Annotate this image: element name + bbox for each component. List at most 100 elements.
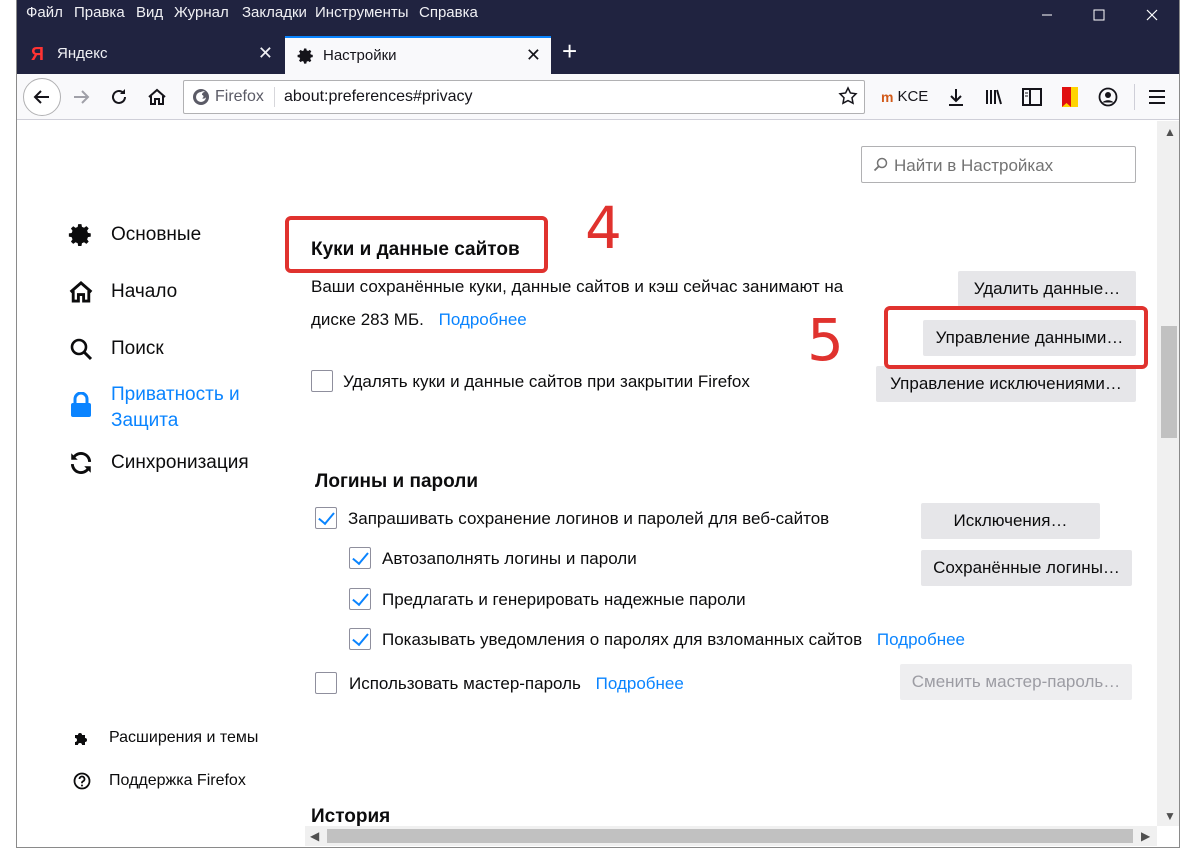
category-search[interactable]: Поиск [67, 335, 164, 363]
breach-learn-more-link[interactable]: Подробнее [877, 630, 965, 649]
category-label: Поиск [111, 338, 164, 359]
tab-close-icon[interactable]: ✕ [526, 45, 541, 66]
menu-bar: Файл Правка Вид Журнал Закладки Инструме… [17, 0, 1179, 30]
sidebar-button[interactable] [1021, 86, 1043, 108]
navigation-bar: Firefox about:preferences#privacy m KCE [17, 74, 1179, 120]
account-icon [1098, 87, 1118, 107]
library-button[interactable] [983, 86, 1005, 108]
ask-save-logins-label: Запрашивать сохранение логинов и паролей… [348, 509, 830, 528]
maximize-icon [1093, 9, 1105, 21]
app-menu-button[interactable] [1146, 86, 1168, 108]
saved-logins-button[interactable]: Сохранённые логины… [921, 550, 1132, 586]
home-button[interactable] [141, 81, 173, 113]
ask-save-logins-checkbox[interactable] [315, 507, 337, 529]
forward-button[interactable] [65, 81, 97, 113]
url-text[interactable]: about:preferences#privacy [284, 88, 473, 106]
url-bar[interactable]: Firefox about:preferences#privacy [183, 80, 865, 114]
scrollbar-thumb[interactable] [1161, 326, 1177, 438]
url-separator [274, 87, 275, 107]
menu-view[interactable]: Вид [136, 4, 163, 21]
support-label: Поддержка Firefox [109, 772, 246, 789]
gear-icon [67, 221, 95, 249]
master-password-checkbox[interactable] [315, 672, 337, 694]
back-button[interactable] [23, 78, 61, 116]
yandex-favicon-icon: Я [31, 44, 44, 64]
search-icon [873, 157, 888, 177]
manage-exceptions-button[interactable]: Управление исключениями… [876, 366, 1136, 402]
cookies-description-line1: Ваши сохранённые куки, данные сайтов и к… [311, 277, 844, 296]
category-label-line2: Защита [111, 410, 179, 431]
menu-file[interactable]: Файл [26, 4, 63, 21]
close-window-button[interactable] [1129, 0, 1175, 30]
clear-data-button[interactable]: Удалить данные… [958, 271, 1136, 307]
new-tab-button[interactable]: + [562, 38, 577, 64]
scroll-left-icon[interactable]: ◀ [310, 829, 319, 843]
autofill-logins-checkbox[interactable] [349, 547, 371, 569]
minimize-icon [1042, 14, 1052, 16]
settings-search-input[interactable]: Найти в Настройках [861, 146, 1136, 183]
identity-box[interactable]: Firefox [192, 88, 264, 106]
account-button[interactable] [1097, 86, 1119, 108]
addons-link[interactable]: Расширения и темы [73, 729, 258, 747]
kce-extension-button[interactable]: m KCE [881, 88, 928, 105]
scroll-up-icon[interactable]: ▲ [1164, 125, 1176, 139]
bookmark-flag-button[interactable] [1059, 86, 1081, 108]
tab-title: Настройки [323, 47, 397, 64]
category-home[interactable]: Начало [67, 278, 177, 306]
menu-tools[interactable]: Инструменты [315, 4, 409, 21]
close-icon [1146, 9, 1158, 21]
kce-logo-icon: m [881, 88, 894, 105]
tab-strip: Я Яндекс ✕ Настройки ✕ + [17, 30, 1179, 74]
category-privacy[interactable]: Приватность и Защита [67, 381, 240, 434]
category-label: Приватность и Защита [111, 382, 240, 434]
delete-cookies-on-close-label: Удалять куки и данные сайтов при закрыти… [343, 372, 750, 391]
scroll-down-icon[interactable]: ▼ [1164, 809, 1176, 823]
horizontal-scrollbar[interactable]: ◀ ▶ [305, 826, 1157, 846]
category-sync[interactable]: Синхронизация [67, 449, 249, 477]
addons-label: Расширения и темы [109, 729, 259, 746]
cookies-size-text: диске 283 МБ. [311, 310, 424, 329]
annotation-box-manage-data [884, 306, 1148, 369]
breach-alerts-checkbox[interactable] [349, 628, 371, 650]
menu-edit[interactable]: Правка [74, 4, 125, 21]
scroll-right-icon[interactable]: ▶ [1141, 829, 1150, 843]
home-icon [67, 278, 95, 306]
master-password-text: Использовать мастер-пароль [349, 674, 581, 693]
menu-history[interactable]: Журнал [174, 4, 229, 21]
suggest-passwords-checkbox[interactable] [349, 588, 371, 610]
help-icon [73, 772, 91, 790]
tab-yandex[interactable]: Я Яндекс ✕ [19, 36, 283, 74]
cookies-learn-more-link[interactable]: Подробнее [439, 310, 527, 329]
menu-help[interactable]: Справка [419, 4, 478, 21]
change-master-password-button: Сменить мастер-пароль… [900, 664, 1132, 700]
maximize-button[interactable] [1076, 0, 1122, 30]
tab-close-icon[interactable]: ✕ [258, 43, 273, 64]
hamburger-menu-icon [1149, 90, 1165, 104]
category-general[interactable]: Основные [67, 221, 201, 249]
category-label: Начало [111, 281, 178, 302]
downloads-button[interactable] [945, 86, 967, 108]
arrow-left-icon [33, 90, 49, 104]
bookmark-star-icon[interactable] [838, 86, 858, 111]
master-password-label: Использовать мастер-пароль Подробнее [349, 672, 684, 696]
lock-icon [67, 391, 95, 419]
download-icon [949, 89, 963, 106]
reload-button[interactable] [103, 81, 135, 113]
tab-settings[interactable]: Настройки ✕ [285, 36, 551, 74]
minimize-button[interactable] [1024, 0, 1070, 30]
reload-icon [112, 89, 126, 104]
menu-bookmarks[interactable]: Закладки [242, 4, 307, 21]
firefox-logo-icon [193, 89, 209, 105]
firefox-window: Файл Правка Вид Журнал Закладки Инструме… [16, 0, 1180, 848]
annotation-number-4: 4 [585, 194, 622, 262]
delete-cookies-on-close-checkbox[interactable] [311, 370, 333, 392]
vertical-scrollbar[interactable]: ▲ ▼ [1157, 121, 1179, 826]
support-link[interactable]: Поддержка Firefox [73, 772, 246, 790]
flag-icon [1062, 87, 1078, 107]
annotation-number-5: 5 [807, 306, 844, 374]
master-learn-more-link[interactable]: Подробнее [596, 674, 684, 693]
category-label-line1: Приватность и [111, 384, 240, 405]
scrollbar-thumb[interactable] [327, 829, 1133, 843]
gear-icon [297, 47, 315, 69]
login-exceptions-button[interactable]: Исключения… [921, 503, 1100, 539]
